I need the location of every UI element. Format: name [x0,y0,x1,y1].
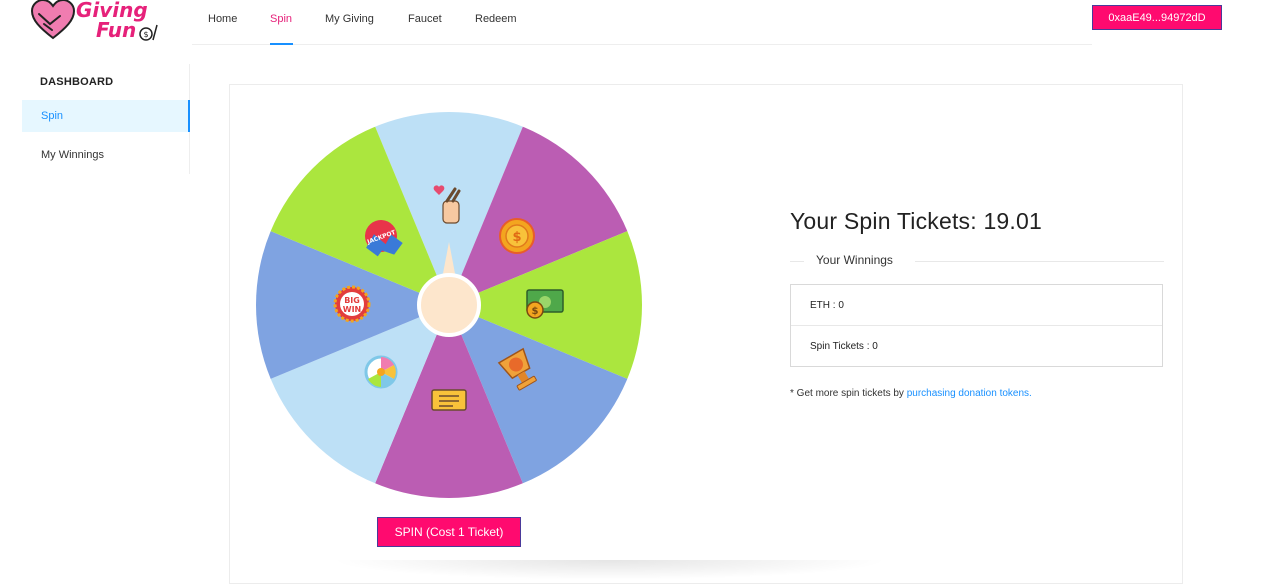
purchase-tokens-link[interactable]: purchasing donation tokens. [907,388,1032,399]
sidebar-item-spin[interactable]: Spin [22,100,190,132]
winnings-row-spin-tickets: Spin Tickets : 0 [810,341,878,352]
svg-text:$: $ [532,306,539,317]
winnings-divider: Your Winnings [790,252,1164,270]
spin-tickets-note: * Get more spin tickets by purchasing do… [790,388,1032,399]
nav-active-indicator [270,43,293,45]
wallet-address-button[interactable]: 0xaaE49...94972dD [1092,5,1222,30]
brand-line-1: Giving [76,0,148,22]
brand-line-2: Fun [96,18,137,42]
big-win-badge-icon: BIG WIN [333,285,371,323]
svg-text:$: $ [512,230,521,245]
nav-my-giving[interactable]: My Giving [325,13,374,25]
top-navigation: Home Spin My Giving Faucet Redeem [192,0,1092,45]
winnings-table: ETH : 0 Spin Tickets : 0 [790,284,1163,367]
ticket-icon [431,389,467,411]
svg-text:WIN: WIN [343,305,362,314]
svg-text:$: $ [143,30,148,39]
card-shadow [330,560,890,580]
divider-line-right [915,261,1164,262]
prize-wheel[interactable]: $ $ BIG WIN JACKPOT [256,112,642,498]
note-text: * Get more spin tickets by [790,388,907,399]
spin-wheel-icon [364,355,398,389]
nav-spin[interactable]: Spin [270,13,292,25]
wheel-hub [417,273,481,337]
nav-faucet[interactable]: Faucet [408,13,442,25]
coin-hand-logo-icon: $ [139,24,158,41]
svg-text:BIG: BIG [344,296,360,305]
divider-line-left [790,261,804,262]
nav-home[interactable]: Home [208,13,237,25]
nav-redeem[interactable]: Redeem [475,13,517,25]
spin-button[interactable]: SPIN (Cost 1 Ticket) [377,517,521,547]
coin-icon: $ [499,218,535,254]
winnings-header-label: Your Winnings [816,253,893,267]
sidebar: DASHBOARD Spin My Winnings [22,64,190,174]
sidebar-item-my-winnings[interactable]: My Winnings [22,139,190,171]
sidebar-title: DASHBOARD [40,76,114,88]
giving-fund-logo[interactable]: Giving Fun $ [26,0,166,42]
winnings-row-eth: ETH : 0 [791,285,1162,326]
heart-hands-logo-icon [30,0,76,40]
spin-tickets-title: Your Spin Tickets: 19.01 [790,208,1042,234]
